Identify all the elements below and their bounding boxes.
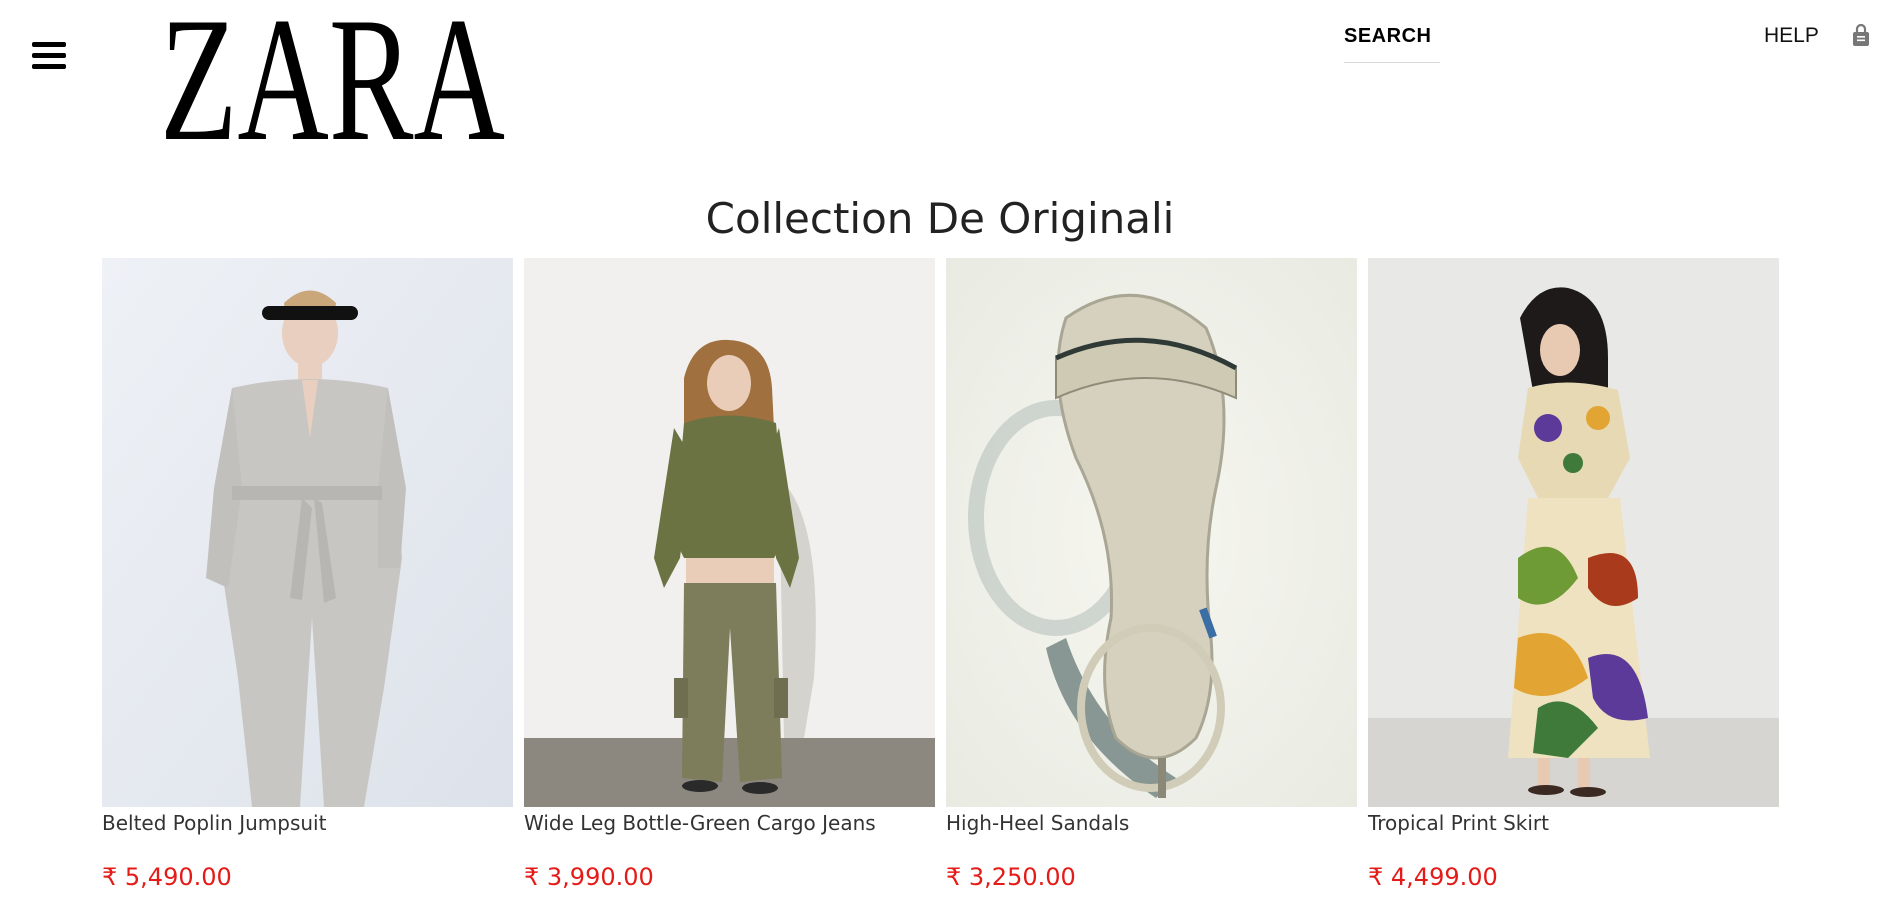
zara-logo-text: ZARA: [160, 3, 505, 145]
search-link[interactable]: SEARCH: [1344, 25, 1440, 63]
help-link[interactable]: HELP: [1764, 24, 1819, 48]
menu-line: [32, 53, 66, 58]
product-price: ₹ 5,490.00: [102, 863, 232, 891]
zara-logo[interactable]: ZARA: [160, 3, 505, 145]
product-card[interactable]: High-Heel Sandals ₹ 3,250.00: [946, 258, 1357, 891]
product-image[interactable]: [524, 258, 935, 807]
menu-line: [32, 42, 66, 47]
product-price: ₹ 3,990.00: [524, 863, 654, 891]
product-card[interactable]: Tropical Print Skirt ₹ 4,499.00: [1368, 258, 1779, 891]
product-image[interactable]: [946, 258, 1357, 807]
product-image[interactable]: [102, 258, 513, 807]
product-price: ₹ 3,250.00: [946, 863, 1076, 891]
menu-line: [32, 64, 66, 69]
collection-title: Collection De Originali: [705, 194, 1175, 243]
product-name[interactable]: High-Heel Sandals: [946, 811, 1357, 835]
product-card[interactable]: Belted Poplin Jumpsuit ₹ 5,490.00: [102, 258, 513, 891]
product-card[interactable]: Wide Leg Bottle-Green Cargo Jeans ₹ 3,99…: [524, 258, 935, 891]
product-name[interactable]: Wide Leg Bottle-Green Cargo Jeans: [524, 811, 935, 835]
shopping-bag-icon[interactable]: [1852, 23, 1870, 47]
product-price: ₹ 4,499.00: [1368, 863, 1498, 891]
hamburger-menu-icon[interactable]: [30, 36, 70, 76]
product-image[interactable]: [1368, 258, 1779, 807]
product-name[interactable]: Tropical Print Skirt: [1368, 811, 1779, 835]
product-name[interactable]: Belted Poplin Jumpsuit: [102, 811, 513, 835]
